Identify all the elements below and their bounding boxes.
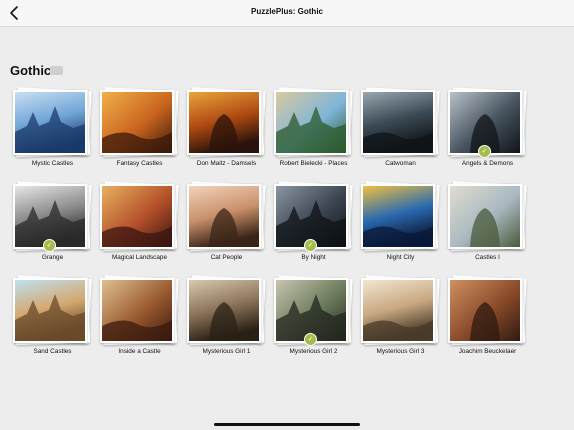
puzzle-label: Night City (386, 254, 415, 261)
puzzle-thumbnail-frame (448, 184, 522, 249)
home-indicator[interactable] (214, 423, 360, 426)
puzzle-stack (100, 275, 179, 346)
puzzle-thumbnail (15, 92, 85, 153)
puzzle-stack (361, 181, 440, 252)
puzzle-label: Fantasy Castles (116, 160, 163, 167)
puzzle-thumbnail (450, 92, 520, 153)
puzzle-label: Don Maitz - Damsels (196, 160, 257, 167)
puzzle-tile[interactable]: ✓ Angels & Demons (444, 87, 531, 182)
page-title: PuzzlePlus: Gothic (250, 7, 323, 16)
puzzle-thumbnail (102, 92, 172, 153)
puzzle-thumbnail (276, 280, 346, 341)
puzzle-stack (13, 87, 92, 158)
puzzle-thumbnail (102, 186, 172, 247)
puzzle-thumbnail-frame (100, 184, 174, 249)
completed-check-icon: ✓ (43, 239, 56, 252)
puzzle-label: Robert Bielecki - Places (279, 160, 348, 167)
puzzle-stack (187, 181, 266, 252)
puzzle-tile[interactable]: Night City (357, 181, 444, 276)
puzzle-label: Grange (41, 254, 64, 261)
puzzle-label: Inside a Castle (118, 348, 161, 355)
puzzle-stack (448, 181, 527, 252)
section-title: Gothic (10, 63, 52, 78)
puzzle-thumbnail (363, 280, 433, 341)
puzzle-stack (13, 275, 92, 346)
puzzle-stack (361, 87, 440, 158)
puzzle-thumbnail (363, 92, 433, 153)
puzzle-label: Castles I (475, 254, 500, 261)
puzzle-tile[interactable]: Catwoman (357, 87, 444, 182)
puzzle-label: Angels & Demons (461, 160, 514, 167)
puzzle-stack (187, 87, 266, 158)
puzzle-label: Magical Landscape (111, 254, 168, 261)
puzzle-thumbnail-frame (100, 278, 174, 343)
completed-check-icon: ✓ (478, 145, 491, 158)
puzzle-tile[interactable]: Mysterious Girl 1 (183, 275, 270, 370)
puzzle-stack (100, 87, 179, 158)
puzzle-tile[interactable]: ✓ By Night (270, 181, 357, 276)
puzzle-stack (187, 275, 266, 346)
puzzle-tile[interactable]: Cat People (183, 181, 270, 276)
puzzle-thumbnail (15, 280, 85, 341)
navigation-bar: PuzzlePlus: Gothic (0, 0, 574, 27)
completed-check-icon: ✓ (304, 239, 317, 252)
puzzle-thumbnail-frame (361, 278, 435, 343)
completed-check-icon: ✓ (304, 333, 317, 346)
puzzle-stack (274, 87, 353, 158)
puzzle-thumbnail-frame (361, 90, 435, 155)
puzzle-label: Catwoman (385, 160, 416, 167)
puzzle-thumbnail (189, 186, 259, 247)
puzzle-thumbnail (276, 186, 346, 247)
puzzle-tile[interactable]: Joachim Beuckelaer (444, 275, 531, 370)
puzzle-stack (361, 275, 440, 346)
puzzle-thumbnail (450, 280, 520, 341)
puzzle-count-badge (50, 66, 63, 75)
puzzle-tile[interactable]: Mysterious Girl 3 (357, 275, 444, 370)
puzzle-label: Mysterious Girl 1 (202, 348, 251, 355)
puzzle-label: Sand Castles (33, 348, 72, 355)
puzzle-thumbnail (363, 186, 433, 247)
puzzle-label: Cat People (210, 254, 243, 261)
puzzle-thumbnail-frame (13, 278, 87, 343)
puzzle-label: By Night (301, 254, 326, 261)
puzzle-thumbnail-frame (187, 184, 261, 249)
puzzle-tile[interactable]: Don Maitz - Damsels (183, 87, 270, 182)
puzzle-thumbnail (189, 280, 259, 341)
puzzle-stack (448, 275, 527, 346)
puzzle-tile[interactable]: Magical Landscape (96, 181, 183, 276)
puzzle-thumbnail-frame (448, 278, 522, 343)
puzzle-tile[interactable]: Inside a Castle (96, 275, 183, 370)
puzzle-thumbnail-frame (187, 278, 261, 343)
puzzle-thumbnail (102, 280, 172, 341)
puzzle-thumbnail-frame (361, 184, 435, 249)
puzzle-stack (100, 181, 179, 252)
puzzle-thumbnail (15, 186, 85, 247)
puzzle-thumbnail-frame (187, 90, 261, 155)
puzzle-thumbnail-frame (274, 90, 348, 155)
puzzle-thumbnail (189, 92, 259, 153)
puzzle-tile[interactable]: Sand Castles (9, 275, 96, 370)
puzzle-label: Mysterious Girl 2 (289, 348, 338, 355)
puzzle-label: Mystic Castles (31, 160, 74, 167)
puzzle-tile[interactable]: Fantasy Castles (96, 87, 183, 182)
puzzle-thumbnail-frame (13, 90, 87, 155)
puzzle-thumbnail (450, 186, 520, 247)
puzzle-tile[interactable]: ✓ Mysterious Girl 2 (270, 275, 357, 370)
puzzle-tile[interactable]: Mystic Castles (9, 87, 96, 182)
puzzle-thumbnail-frame (100, 90, 174, 155)
puzzle-tile[interactable]: Castles I (444, 181, 531, 276)
puzzle-label: Joachim Beuckelaer (458, 348, 517, 355)
puzzle-thumbnail (276, 92, 346, 153)
puzzle-tile[interactable]: Robert Bielecki - Places (270, 87, 357, 182)
puzzle-label: Mysterious Girl 3 (376, 348, 425, 355)
puzzle-tile[interactable]: ✓ Grange (9, 181, 96, 276)
puzzle-grid: Mystic Castles Fantasy Castles Don Maitz -… (9, 87, 531, 370)
